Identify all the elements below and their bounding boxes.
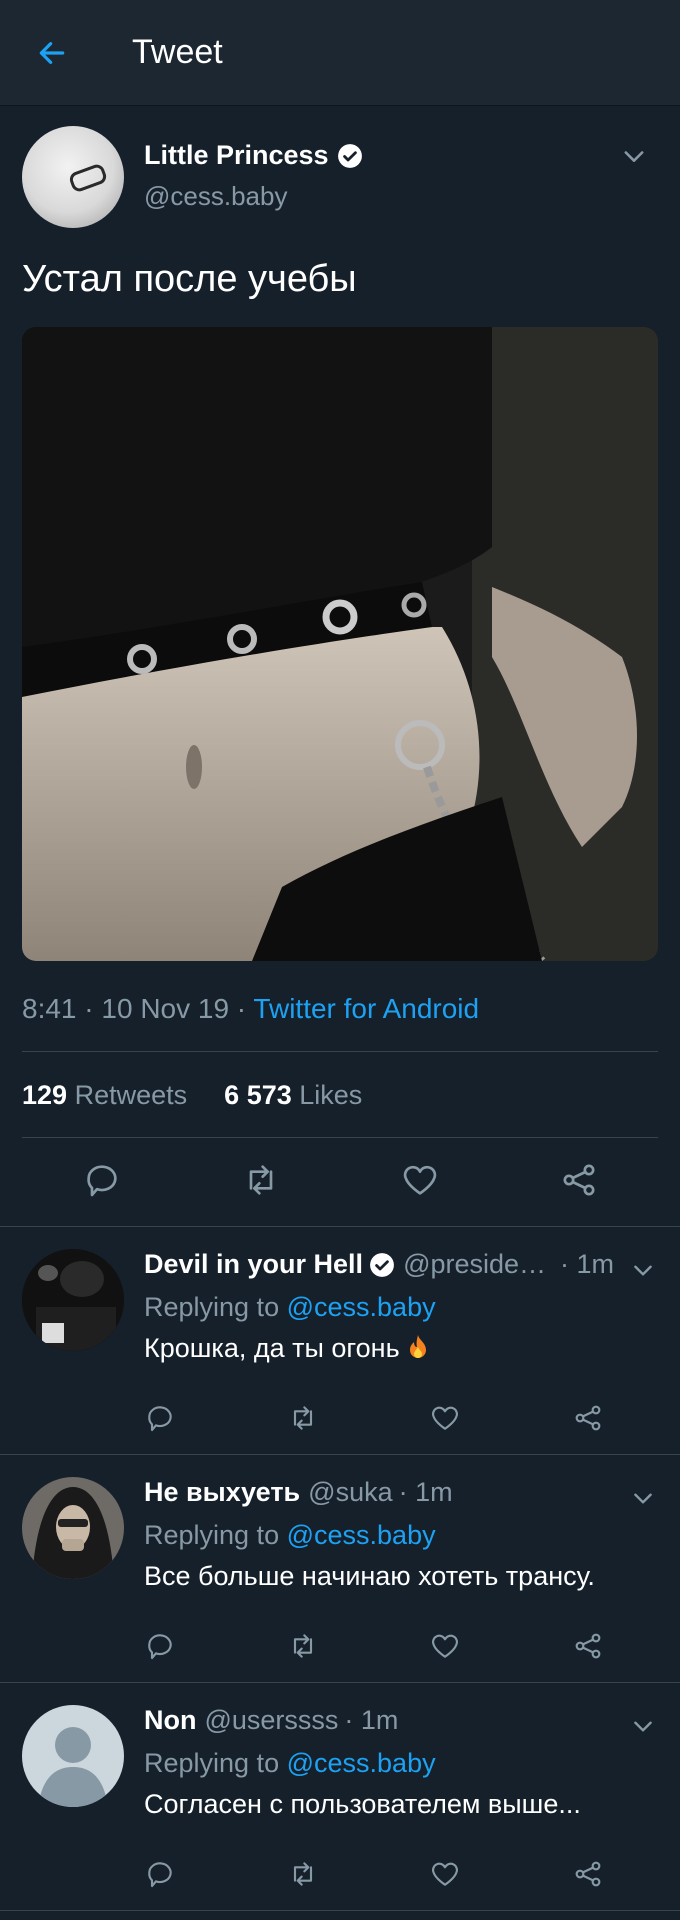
replying-to: Replying to @cess.baby	[144, 1748, 436, 1778]
verified-badge-icon	[370, 1252, 394, 1277]
reply-time: · 1m	[344, 1705, 399, 1735]
replying-to-link[interactable]: @cess.baby	[287, 1520, 436, 1550]
back-button[interactable]	[34, 35, 70, 71]
default-avatar-icon[interactable]	[22, 1705, 124, 1807]
share-icon[interactable]	[559, 1160, 599, 1200]
photo-image	[22, 327, 658, 961]
tweet-author: Little Princess @cess.baby	[22, 106, 658, 228]
reply-actions	[144, 1364, 660, 1434]
reply-time: · 1m	[398, 1477, 453, 1507]
reply-author-name[interactable]: Non	[144, 1705, 196, 1736]
fire-emoji-icon	[410, 1335, 427, 1358]
share-icon[interactable]	[572, 1630, 604, 1662]
verified-badge-icon	[337, 143, 362, 168]
replying-to: Replying to @cess.baby	[144, 1292, 436, 1322]
author-handle[interactable]: @cess.baby	[144, 181, 363, 212]
reply-actions	[144, 1592, 660, 1662]
replying-to-link[interactable]: @cess.baby	[287, 1292, 436, 1322]
reply-author-name[interactable]: Не выхуеть	[144, 1477, 300, 1508]
retweet-icon[interactable]	[287, 1402, 319, 1434]
reply-author-name[interactable]: Devil in your Hell	[144, 1249, 363, 1280]
chevron-down-icon[interactable]	[630, 1713, 656, 1739]
client-link[interactable]: Twitter for Android	[253, 993, 479, 1024]
reply-text: Все больше начинаю хотеть трансу.	[144, 1561, 595, 1591]
reply-time: · 1m	[560, 1249, 614, 1279]
tweet-stats: 129 Retweets 6 573 Likes	[22, 1052, 658, 1138]
share-icon[interactable]	[572, 1402, 604, 1434]
reply-icon[interactable]	[82, 1160, 122, 1200]
main-tweet: Little Princess @cess.baby Устал после у…	[0, 106, 680, 1226]
reply-text: Крошка, да ты огонь	[144, 1333, 660, 1364]
chevron-down-icon[interactable]	[630, 1485, 656, 1511]
like-icon[interactable]	[429, 1858, 461, 1890]
share-icon[interactable]	[572, 1858, 604, 1890]
page-title: Tweet	[132, 33, 223, 71]
tweet-time: 8:41	[22, 993, 77, 1024]
reply-text: Согласен с пользователем выше...	[144, 1789, 581, 1819]
tweet-text: Устал после учебы	[22, 258, 357, 300]
reply-actions	[144, 1820, 660, 1890]
likes-stat[interactable]: 6 573 Likes	[224, 1080, 362, 1110]
tweet-actions	[22, 1138, 658, 1226]
avatar[interactable]	[22, 1249, 124, 1351]
like-icon[interactable]	[400, 1160, 440, 1200]
reply-icon[interactable]	[144, 1402, 176, 1434]
retweet-icon[interactable]	[241, 1160, 281, 1200]
reply-icon[interactable]	[144, 1858, 176, 1890]
chevron-down-icon[interactable]	[630, 1257, 656, 1283]
replying-to-link[interactable]: @cess.baby	[287, 1748, 436, 1778]
tweet-photo[interactable]	[22, 327, 658, 961]
reply-item[interactable]: Non @userssss · 1m Replying to @cess.bab…	[0, 1683, 680, 1911]
reply-author-handle[interactable]: @userssss	[204, 1705, 338, 1736]
tweet-date: 10 Nov 19	[101, 993, 230, 1024]
tweet-meta: 8:41 · 10 Nov 19 · Twitter for Android	[22, 993, 658, 1052]
retweet-icon[interactable]	[287, 1630, 319, 1662]
reply-item[interactable]: Не выхуеть @suka · 1m Replying to @cess.…	[0, 1455, 680, 1683]
retweets-stat[interactable]: 129 Retweets	[22, 1080, 187, 1110]
reply-author-handle[interactable]: @suka	[308, 1477, 392, 1508]
reply-icon[interactable]	[144, 1630, 176, 1662]
replying-to: Replying to @cess.baby	[144, 1520, 436, 1550]
like-icon[interactable]	[429, 1402, 461, 1434]
author-name[interactable]: Little Princess	[144, 140, 329, 171]
retweet-icon[interactable]	[287, 1858, 319, 1890]
avatar[interactable]	[22, 126, 124, 228]
arrow-left-icon	[39, 41, 65, 64]
avatar[interactable]	[22, 1477, 124, 1579]
reply-item[interactable]: Devil in your Hell @presiden… · 1m Reply…	[0, 1227, 680, 1455]
chevron-down-icon[interactable]	[620, 142, 648, 170]
top-bar: Tweet	[0, 0, 680, 106]
reply-author-handle[interactable]: @presiden…	[403, 1249, 554, 1280]
like-icon[interactable]	[429, 1630, 461, 1662]
